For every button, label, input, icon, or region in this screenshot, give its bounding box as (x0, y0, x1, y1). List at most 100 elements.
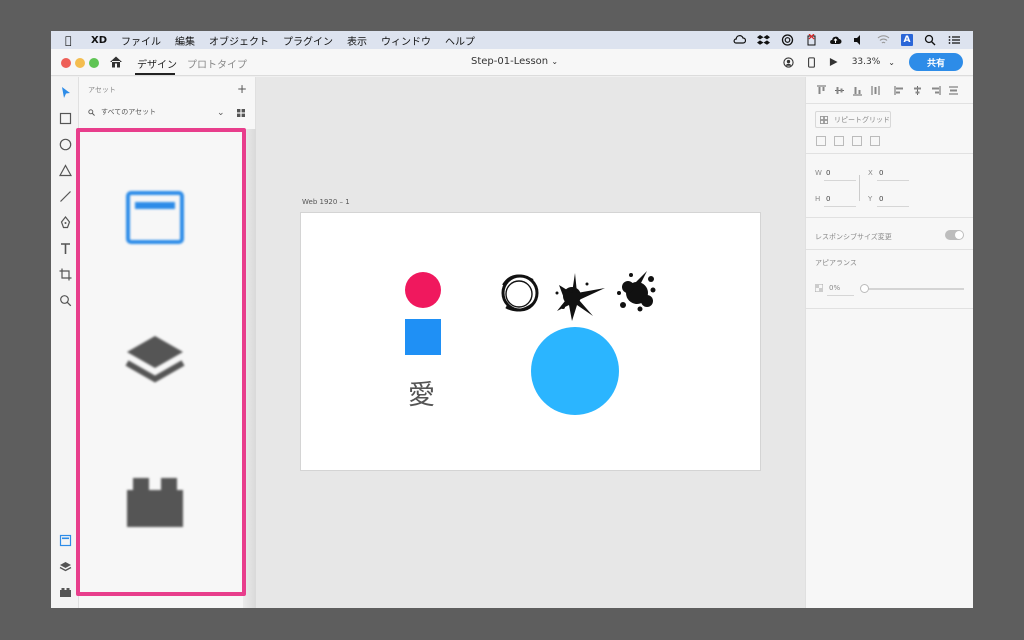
assets-filter-chevron-icon[interactable]: ⌄ (217, 108, 225, 118)
grid-view-icon[interactable] (237, 109, 245, 117)
opacity-underline (827, 295, 854, 296)
boolean-add-icon[interactable] (816, 136, 826, 146)
opacity-field[interactable]: 0% (829, 284, 840, 292)
repeat-grid-label: リピートグリッド (834, 115, 890, 124)
chevron-down-icon: ⌄ (551, 57, 559, 66)
zoom-chevron-icon[interactable]: ⌄ (888, 58, 895, 67)
minimize-window-button[interactable] (75, 58, 85, 68)
artboard-tool-icon[interactable] (58, 267, 73, 282)
line-tool-icon[interactable] (58, 189, 73, 204)
divider (806, 153, 973, 154)
volume-icon[interactable] (853, 34, 866, 46)
assets-search[interactable]: すべてのアセット (88, 107, 156, 117)
repeat-grid-button[interactable]: リピートグリッド (815, 111, 891, 128)
align-bottom-icon[interactable] (852, 85, 863, 96)
menu-plugins[interactable]: プラグイン (283, 33, 333, 48)
distribute-vertical-icon[interactable] (870, 85, 881, 96)
canvas-text[interactable]: 愛 (408, 373, 435, 412)
creative-cloud-sync-icon[interactable] (733, 34, 746, 46)
width-underline (824, 180, 856, 181)
height-underline (824, 206, 856, 207)
spotlight-search-icon[interactable] (924, 34, 937, 46)
blue-square[interactable] (405, 319, 441, 355)
rectangle-tool-icon[interactable] (58, 111, 73, 126)
height-field[interactable]: 0 (826, 195, 830, 203)
play-icon[interactable] (829, 57, 838, 67)
zoom-window-button[interactable] (89, 58, 99, 68)
dropbox-icon[interactable] (757, 34, 770, 46)
ink-ring-brush[interactable] (501, 274, 539, 312)
height-label: H (815, 195, 821, 203)
xd-window:  XD ファイル 編集 オブジェクト プラグイン 表示 ウィンドウ ヘルプ A… (51, 31, 973, 608)
x-field[interactable]: 0 (879, 169, 883, 177)
align-left-icon[interactable] (894, 85, 905, 96)
cyan-circle[interactable] (531, 327, 619, 415)
battery-status-icon[interactable] (805, 34, 818, 46)
device-preview-icon[interactable] (807, 56, 815, 68)
divider (806, 308, 973, 309)
boolean-intersect-icon[interactable] (852, 136, 862, 146)
align-top-icon[interactable] (816, 85, 827, 96)
tab-design[interactable]: デザイン (137, 56, 177, 71)
zoom-level[interactable]: 33.3% (852, 57, 881, 67)
mac-menubar:  XD ファイル 編集 オブジェクト プラグイン 表示 ウィンドウ ヘルプ A (51, 31, 973, 49)
tab-prototype[interactable]: プロトタイプ (187, 56, 247, 71)
artboard[interactable]: 愛 (300, 212, 761, 471)
plugins-panel-icon[interactable] (58, 585, 73, 600)
layers-panel-icon[interactable] (58, 559, 73, 574)
notification-center-icon[interactable] (948, 34, 961, 46)
property-inspector: リピートグリッド W 0 X 0 H 0 Y 0 レスポンシブサイズ変更 アピア… (805, 77, 973, 608)
document-title[interactable]: Step-01-Lesson ⌄ (471, 56, 558, 67)
x-label: X (868, 169, 873, 177)
user-icon[interactable] (783, 56, 794, 68)
distribute-horizontal-icon[interactable] (948, 85, 959, 96)
ink-splatter-1[interactable] (555, 273, 606, 321)
ink-splatter-2[interactable] (617, 271, 656, 312)
opacity-slider-knob[interactable] (860, 284, 869, 293)
lock-aspect-icon[interactable] (857, 175, 860, 201)
opacity-slider-track[interactable] (864, 288, 964, 290)
red-circle[interactable] (405, 272, 441, 308)
y-field[interactable]: 0 (879, 195, 883, 203)
polygon-tool-icon[interactable] (58, 163, 73, 178)
share-button[interactable]: 共有 (909, 53, 963, 71)
boolean-subtract-icon[interactable] (834, 136, 844, 146)
add-asset-icon[interactable]: + (237, 82, 247, 96)
title-bar: デザイン プロトタイプ Step-01-Lesson ⌄ 33.3% ⌄ 共有 (51, 49, 973, 76)
menu-window[interactable]: ウィンドウ (381, 33, 431, 48)
menu-view[interactable]: 表示 (347, 33, 367, 48)
menu-app-xd[interactable]: XD (91, 35, 107, 46)
creative-cloud-icon[interactable] (781, 34, 794, 46)
menu-edit[interactable]: 編集 (175, 33, 195, 48)
apple-icon[interactable]:  (65, 34, 79, 47)
align-right-icon[interactable] (930, 85, 941, 96)
boolean-exclude-icon[interactable] (870, 136, 880, 146)
align-center-icon[interactable] (912, 85, 923, 96)
cloud-upload-icon[interactable] (829, 34, 842, 46)
assets-panel-title: アセット (88, 86, 116, 94)
ellipse-tool-icon[interactable] (58, 137, 73, 152)
menu-object[interactable]: オブジェクト (209, 33, 269, 48)
document-title-text: Step-01-Lesson (471, 56, 549, 67)
artboard-label[interactable]: Web 1920 – 1 (302, 198, 350, 206)
align-middle-icon[interactable] (834, 85, 845, 96)
active-tab-indicator (135, 73, 175, 75)
align-toolbar (816, 85, 959, 96)
zoom-tool-icon[interactable] (58, 293, 73, 308)
appearance-label: アピアランス (815, 259, 857, 267)
input-source-icon[interactable]: A (901, 34, 913, 46)
width-field[interactable]: 0 (826, 169, 830, 177)
divider (806, 217, 973, 218)
home-icon[interactable] (109, 55, 123, 69)
responsive-resize-toggle[interactable] (945, 230, 964, 240)
pen-tool-icon[interactable] (58, 215, 73, 230)
text-tool-icon[interactable] (58, 241, 73, 256)
wifi-icon[interactable] (877, 34, 890, 46)
menu-file[interactable]: ファイル (121, 33, 161, 48)
design-canvas[interactable]: Web 1920 – 1 愛 (256, 77, 805, 608)
boolean-ops (816, 136, 880, 146)
assets-panel-icon[interactable] (58, 533, 73, 548)
close-window-button[interactable] (61, 58, 71, 68)
menu-help[interactable]: ヘルプ (445, 33, 475, 48)
select-tool-icon[interactable] (58, 85, 73, 100)
